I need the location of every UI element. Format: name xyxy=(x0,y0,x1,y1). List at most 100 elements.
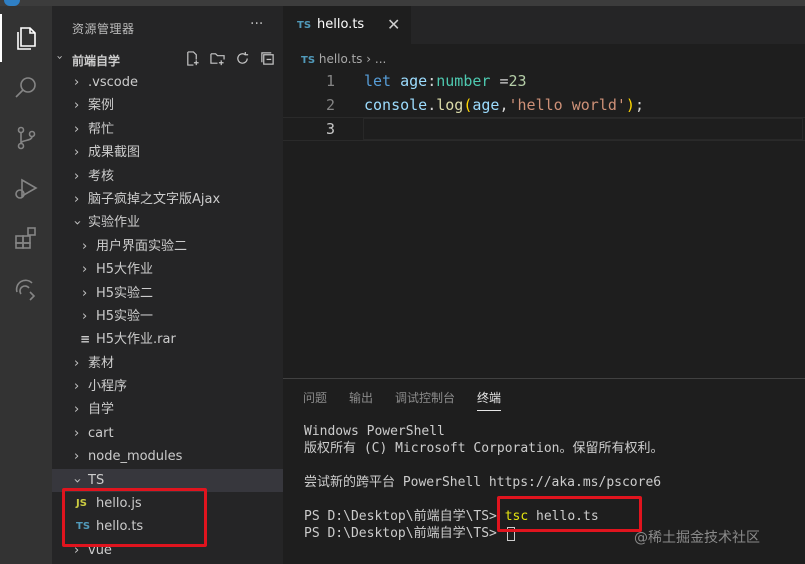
code-token: . xyxy=(427,95,437,114)
tab-problems[interactable]: 问题 xyxy=(303,389,327,411)
chevron-right-icon: › xyxy=(74,168,80,184)
breadcrumb: TS hello.ts › ... xyxy=(301,52,386,66)
tree-item-label: 用户界面实验二 xyxy=(96,238,188,254)
source-control-activity-button[interactable] xyxy=(0,114,52,162)
typescript-file-icon: TS xyxy=(297,20,312,31)
chevron-right-icon: › xyxy=(74,121,80,137)
tree-folder[interactable]: › node_modules xyxy=(52,445,283,468)
workspace-folder-name: 前端自学 xyxy=(72,54,121,68)
tree-item-label: 小程序 xyxy=(88,379,128,395)
chevron-right-icon: › xyxy=(82,262,88,278)
tree-folder[interactable]: › 自学 xyxy=(52,398,283,421)
tree-folder[interactable]: › .vscode xyxy=(52,71,283,94)
source-control-icon xyxy=(17,126,36,150)
remote-activity-button[interactable] xyxy=(0,264,52,312)
tab-debug-console[interactable]: 调试控制台 xyxy=(395,389,455,411)
run-debug-activity-button[interactable] xyxy=(0,164,52,212)
tree-item-label: 自学 xyxy=(88,402,115,418)
new-folder-icon[interactable] xyxy=(209,50,226,67)
tree-item-label: H5实验二 xyxy=(96,285,154,301)
tab-label: hello.ts xyxy=(317,17,365,32)
chevron-down-icon: › xyxy=(69,220,85,226)
tree-folder[interactable]: › 案例 xyxy=(52,94,283,117)
chevron-right-icon: › xyxy=(74,379,80,395)
highlight-box-files xyxy=(62,488,207,547)
chevron-right-icon: › xyxy=(82,238,88,254)
terminal-line: 尝试新的跨平台 PowerShell https://aka.ms/pscore… xyxy=(304,475,662,490)
watermark: @稀土掘金技术社区 xyxy=(634,530,760,546)
explorer-activity-button[interactable] xyxy=(0,14,52,62)
activity-bar xyxy=(0,6,52,564)
chevron-right-icon: › xyxy=(74,98,80,114)
close-icon[interactable]: ✕ xyxy=(387,15,400,34)
tree-folder[interactable]: › H5实验二 xyxy=(52,282,283,305)
code-token: let xyxy=(364,72,392,90)
panel-tabs: 问题 输出 调试控制台 终端 xyxy=(303,389,523,411)
tree-folder[interactable]: › 素材 xyxy=(52,352,283,375)
chevron-down-icon: › xyxy=(53,55,67,60)
collapse-all-icon[interactable] xyxy=(259,50,276,67)
chevron-right-icon: › xyxy=(74,145,80,161)
code-token: 23 xyxy=(508,72,527,90)
terminal-line: 版权所有 (C) Microsoft Corporation。保留所有权利。 xyxy=(304,441,664,456)
code-editor[interactable]: 1 let age:number =23 2 console.log(age,'… xyxy=(283,70,805,141)
tree-item-label: 帮忙 xyxy=(88,121,115,137)
chevron-right-icon: › xyxy=(74,75,80,90)
tree-item-label: node_modules xyxy=(88,449,183,465)
code-token: age xyxy=(472,95,500,114)
tab-terminal[interactable]: 终端 xyxy=(477,389,502,411)
tree-item-label: H5大作业 xyxy=(96,262,154,278)
current-line-highlight xyxy=(363,118,803,140)
files-icon xyxy=(17,27,36,50)
code-line: 1 let age:number =23 xyxy=(283,70,805,94)
tree-folder[interactable]: › 成果截图 xyxy=(52,141,283,164)
search-activity-button[interactable] xyxy=(0,64,52,112)
code-token: 'hello world' xyxy=(508,95,626,114)
chevron-right-icon: › xyxy=(74,449,80,465)
tree-item-label: 考核 xyxy=(88,168,115,184)
tree-folder[interactable]: › 实验作业 xyxy=(52,211,283,234)
tree-folder[interactable]: › H5实验一 xyxy=(52,305,283,328)
code-token: console xyxy=(364,95,428,114)
typescript-file-icon: TS xyxy=(301,55,316,66)
workspace-folder-header[interactable]: › 前端自学 xyxy=(52,48,283,70)
chevron-right-icon: › xyxy=(74,191,80,207)
code-token: , xyxy=(499,95,509,114)
tree-item-label: 脑子疯掉之文字版Ajax xyxy=(88,191,221,207)
remote-icon xyxy=(15,279,36,301)
tab-output[interactable]: 输出 xyxy=(349,389,373,411)
run-debug-icon xyxy=(15,178,38,199)
tree-item-label: cart xyxy=(88,425,114,441)
tree-item-label: 素材 xyxy=(88,355,115,371)
tree-file[interactable]: ≡ H5大作业.rar xyxy=(52,328,283,351)
tab-hello-ts[interactable]: TS hello.ts ✕ xyxy=(283,6,411,44)
tree-item-label: 成果截图 xyxy=(88,145,141,161)
tree-folder[interactable]: › 小程序 xyxy=(52,375,283,398)
extensions-activity-button[interactable] xyxy=(0,214,52,262)
terminal-prompt: PS D:\Desktop\前端自学\TS> xyxy=(304,509,497,524)
new-file-icon[interactable] xyxy=(184,50,201,67)
chevron-right-icon: › xyxy=(82,285,88,301)
highlight-box-command xyxy=(497,496,642,532)
tree-folder[interactable]: › H5大作业 xyxy=(52,258,283,281)
chevron-right-icon: › xyxy=(74,425,80,441)
tree-folder[interactable]: › 帮忙 xyxy=(52,118,283,141)
archive-file-icon: ≡ xyxy=(80,332,91,347)
breadcrumb-more[interactable]: ... xyxy=(375,52,386,66)
more-actions-icon[interactable]: ··· xyxy=(250,16,263,32)
tree-item-label: 实验作业 xyxy=(88,215,141,231)
line-number: 3 xyxy=(325,120,335,138)
tree-folder[interactable]: › 考核 xyxy=(52,165,283,188)
code-line: 2 console.log(age,'hello world'); xyxy=(283,94,805,118)
breadcrumb-file[interactable]: hello.ts xyxy=(319,52,363,66)
refresh-icon[interactable] xyxy=(234,50,251,67)
tree-folder[interactable]: › 用户界面实验二 xyxy=(52,235,283,258)
tree-item-label: .vscode xyxy=(88,75,138,90)
tree-folder[interactable]: › 脑子疯掉之文字版Ajax xyxy=(52,188,283,211)
code-token: log xyxy=(436,95,464,114)
terminal-prompt: PS D:\Desktop\前端自学\TS> xyxy=(304,526,497,541)
tree-folder[interactable]: › cart xyxy=(52,422,283,445)
explorer-sidebar: 资源管理器 ··· › 前端自学 › .vscode › 案例 › 帮忙 › 成果截图 › 考核 ›… xyxy=(52,6,283,564)
chevron-right-icon: › xyxy=(74,355,80,371)
